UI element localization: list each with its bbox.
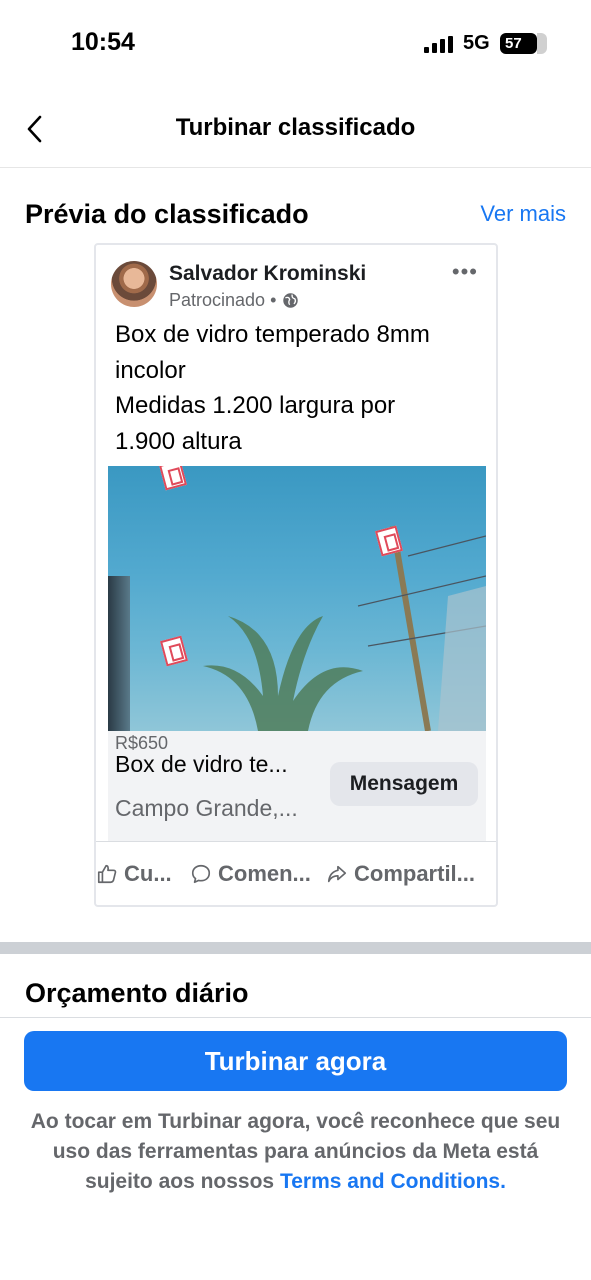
bottom-divider: [0, 1017, 591, 1018]
ad-preview-card: Salvador Krominski Patrocinado • ••• Box…: [94, 243, 498, 907]
page-title: Turbinar classificado: [175, 114, 416, 141]
globe-icon: [283, 293, 299, 308]
see-more-link[interactable]: Ver mais: [480, 201, 566, 227]
post-text: Box de vidro temperado 8mm incolor Medid…: [115, 317, 490, 459]
header: Turbinar classificado: [0, 88, 591, 168]
post-text-line: Medidas 1.200 largura por: [115, 392, 396, 419]
status-time: 10:54: [71, 28, 135, 56]
signal-icon: [424, 36, 453, 53]
avatar: [111, 261, 157, 307]
listing-title: Box de vidro te...: [115, 751, 288, 777]
network-label: 5G: [463, 32, 490, 54]
glass-frame: [108, 576, 130, 731]
more-options-icon[interactable]: •••: [452, 259, 478, 285]
preview-section-title: Prévia do classificado: [25, 199, 309, 229]
disclaimer: Ao tocar em Turbinar agora, você reconhe…: [24, 1107, 567, 1197]
post-text-line: incolor: [115, 356, 186, 384]
comment-button[interactable]: Comen...: [190, 861, 311, 887]
share-label: Compartil...: [354, 861, 476, 886]
section-divider: [0, 942, 591, 954]
like-button[interactable]: Cu...: [96, 861, 172, 887]
sponsored-label: Patrocinado •: [169, 290, 299, 311]
post-text-line: 1.900 altura: [115, 427, 242, 455]
listing-info[interactable]: R$650 Box de vidro te... Campo Grande,..…: [108, 731, 486, 841]
battery-icon: 57: [500, 33, 547, 54]
listing-photo-scene: [203, 525, 486, 731]
budget-section-title: Orçamento diário: [25, 978, 249, 1008]
battery-level: 57: [505, 35, 522, 52]
post-actions: Cu... Comen... Compartil...: [96, 841, 496, 905]
listing-location: Campo Grande,...: [115, 795, 298, 821]
author-name: Salvador Krominski: [169, 262, 367, 285]
status-bar: 10:54 5G 57: [0, 0, 591, 88]
boost-now-button[interactable]: Turbinar agora: [24, 1031, 567, 1091]
sponsored-text: Patrocinado •: [169, 290, 277, 310]
like-label: Cu...: [124, 861, 172, 886]
comment-label: Comen...: [218, 861, 311, 886]
message-button[interactable]: Mensagem: [330, 762, 478, 806]
terms-link[interactable]: Terms and Conditions.: [280, 1170, 506, 1193]
thumbs-up-icon: [97, 864, 117, 884]
listing-image[interactable]: [108, 466, 486, 731]
share-button[interactable]: Compartil...: [326, 861, 475, 887]
share-icon: [327, 865, 347, 883]
post-text-line: Box de vidro temperado 8mm: [115, 321, 430, 348]
comment-icon: [191, 864, 211, 884]
